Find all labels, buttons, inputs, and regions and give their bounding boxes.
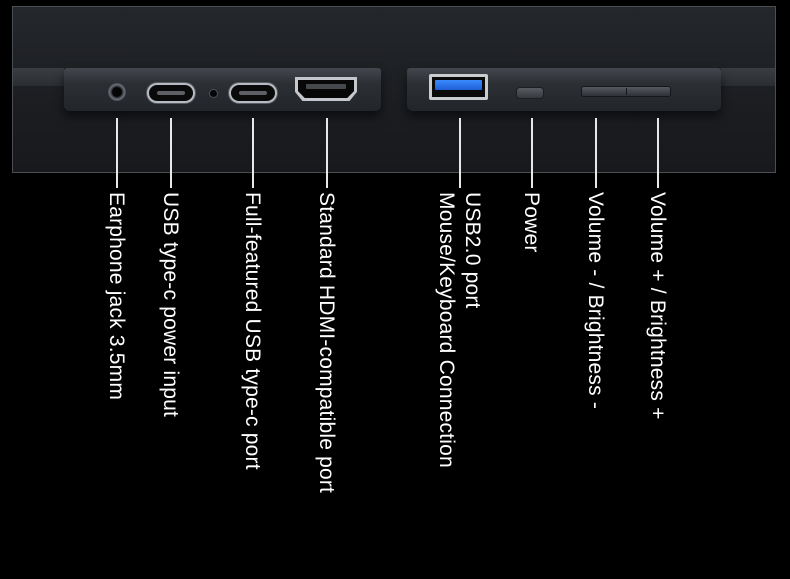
- leader-line-volume-up: [657, 118, 659, 188]
- volume-rocker: [582, 87, 670, 96]
- leader-line-usb2: [459, 118, 461, 188]
- label-typec-power: USB type-c power input: [159, 192, 182, 418]
- leader-line-typec-full: [252, 118, 254, 188]
- label-hdmi: Standard HDMI-compatible port: [315, 192, 338, 494]
- hdmi-port-cavity: [298, 80, 354, 98]
- leader-line-power: [531, 118, 533, 188]
- leader-line-hdmi: [326, 118, 328, 188]
- leader-line-typec-power: [170, 118, 172, 188]
- usb2-port-tongue: [435, 80, 482, 90]
- label-typec-full: Full-featured USB type-c port: [241, 192, 264, 470]
- hdmi-port-pins: [306, 84, 346, 89]
- panel-ledge-left: [13, 68, 64, 86]
- label-earphone-jack: Earphone jack 3.5mm: [105, 192, 128, 401]
- reset-pinhole: [210, 90, 217, 97]
- label-power: Power: [520, 192, 543, 253]
- leader-line-earphone: [116, 118, 118, 188]
- panel-ledge-right: [721, 68, 775, 86]
- label-volume-down: Volume - / Brightness -: [584, 192, 607, 410]
- leader-line-volume-down: [595, 118, 597, 188]
- earphone-jack-port: [108, 83, 126, 101]
- usb-typec-power-port: [149, 85, 193, 101]
- usb-typec-full-port: [231, 85, 275, 101]
- label-usb2-line2: Mouse/Keyboard Connection: [435, 192, 458, 468]
- power-button: [517, 88, 543, 98]
- label-usb2-line1: USB2.0 port: [461, 192, 484, 309]
- label-volume-up: Volume + / Brightness +: [646, 192, 669, 420]
